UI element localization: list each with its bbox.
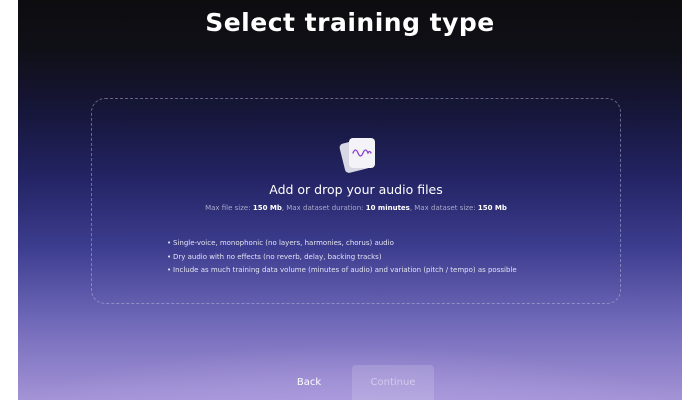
waveform-icon <box>352 149 372 157</box>
requirement-item: • Dry audio with no effects (no reverb, d… <box>167 251 517 265</box>
max-file-size-value: 150 Mb <box>252 204 282 212</box>
continue-button[interactable]: Continue <box>352 365 434 400</box>
requirement-text: Single-voice, monophonic (no layers, har… <box>173 239 394 247</box>
requirement-text: Dry audio with no effects (no reverb, de… <box>173 252 382 261</box>
max-duration-value: 10 minutes <box>365 204 410 212</box>
page: Select training type Add or drop your au… <box>0 0 700 400</box>
training-panel: Select training type Add or drop your au… <box>18 0 682 400</box>
dropzone-title: Add or drop your audio files <box>269 182 443 197</box>
requirement-item: • Single-voice, monophonic (no layers, ha… <box>167 237 517 251</box>
audio-file-icon <box>338 137 378 174</box>
back-button[interactable]: Back <box>279 367 339 397</box>
requirement-item: • Include as much training data volume (m… <box>167 264 517 278</box>
page-title: Select training type <box>205 8 495 37</box>
requirement-text: Include as much training data volume (mi… <box>173 266 517 274</box>
max-duration-label: , Max dataset duration: <box>281 204 364 212</box>
max-dataset-size-value: 150 Mb <box>477 204 507 212</box>
file-card-front <box>349 138 375 168</box>
max-dataset-size-label: , Max dataset size: <box>409 204 476 212</box>
upload-limits: Max file size: 150 Mb, Max dataset durat… <box>92 204 620 212</box>
max-file-size-label: Max file size: <box>205 204 251 212</box>
audio-dropzone[interactable]: Add or drop your audio files Max file si… <box>91 98 621 304</box>
requirements-list: • Single-voice, monophonic (no layers, ha… <box>167 237 517 278</box>
